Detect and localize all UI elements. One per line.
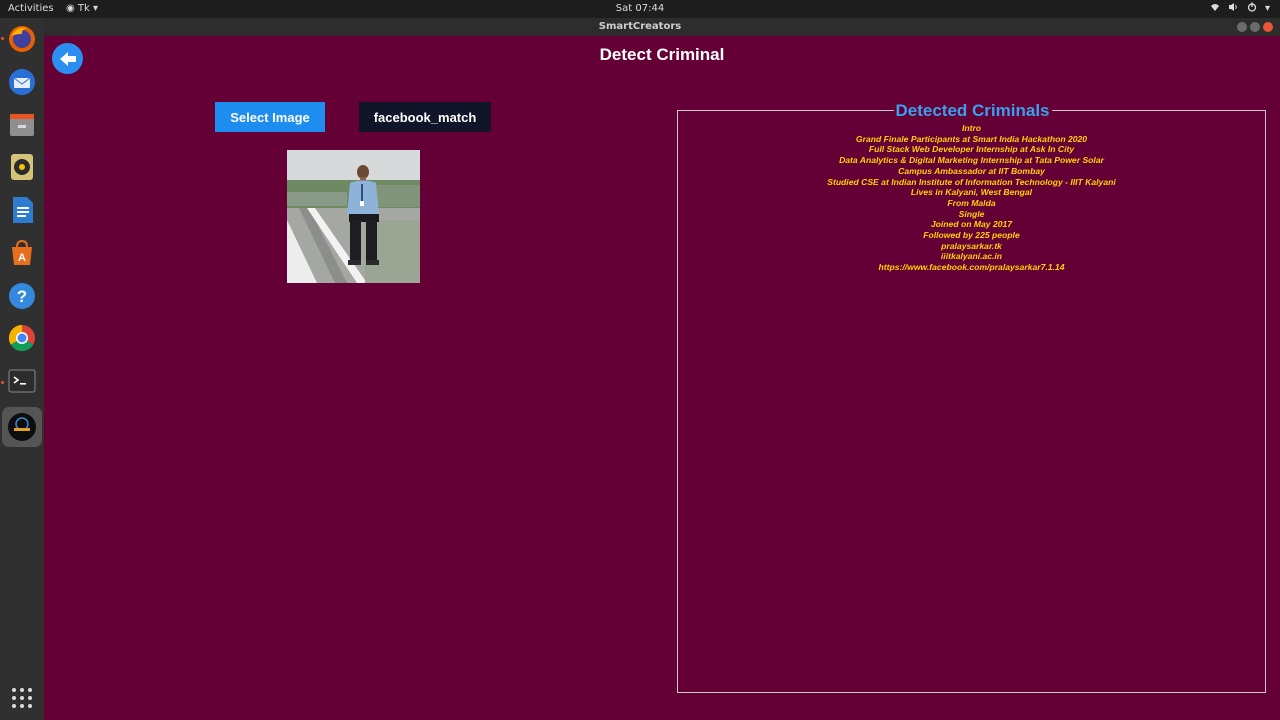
close-button[interactable] xyxy=(1263,22,1273,32)
info-line: Studied CSE at Indian Institute of Infor… xyxy=(827,176,1116,187)
volume-icon xyxy=(1228,2,1239,15)
minimize-button[interactable] xyxy=(1237,22,1247,32)
arrow-left-icon xyxy=(59,51,76,66)
maximize-button[interactable] xyxy=(1250,22,1260,32)
info-line: Intro xyxy=(961,123,982,133)
clock[interactable]: Sat 07:44 xyxy=(0,3,1280,14)
top-bar: Activities ◉ Tk ▾ Sat 07:44 ▾ xyxy=(0,0,1280,18)
smartcreators-icon[interactable] xyxy=(2,407,42,447)
info-line: Full Stack Web Developer Internship at A… xyxy=(868,144,1075,155)
criminal-info-list: Intro Grand Finale Participants at Smart… xyxy=(678,123,1265,273)
power-icon xyxy=(1247,2,1257,15)
info-line: Lives in Kalyani, West Bengal xyxy=(910,187,1033,198)
info-line: iiitkalyani.ac.in xyxy=(940,251,1003,262)
info-line: Campus Ambassador at IIT Bombay xyxy=(898,165,1045,176)
wifi-icon xyxy=(1210,2,1220,15)
window-title: SmartCreators xyxy=(598,21,682,32)
system-tray[interactable]: ▾ xyxy=(1210,2,1270,15)
window-title-bar[interactable]: SmartCreators xyxy=(0,18,1280,36)
chrome-icon[interactable] xyxy=(6,322,38,354)
back-button[interactable] xyxy=(52,43,83,74)
info-line: Grand Finale Participants at Smart India… xyxy=(855,133,1088,144)
page-title: Detect Criminal xyxy=(599,45,725,64)
running-indicator xyxy=(1,37,4,40)
info-line: pralaysarkar.tk xyxy=(941,240,1002,251)
info-line: https://www.facebook.com/pralaysarkar7.1… xyxy=(878,262,1065,273)
info-line: Followed by 225 people xyxy=(923,230,1020,241)
running-indicator xyxy=(1,381,4,384)
rhythmbox-icon[interactable] xyxy=(6,151,38,183)
panel-title: Detected Criminals xyxy=(893,101,1052,120)
files-icon[interactable] xyxy=(6,109,38,141)
terminal-icon[interactable] xyxy=(6,365,38,397)
selected-image xyxy=(287,150,420,283)
dock: A ? xyxy=(0,18,44,720)
info-line: Single xyxy=(958,208,985,219)
chevron-down-icon: ▾ xyxy=(1264,3,1270,14)
software-icon[interactable]: A xyxy=(6,237,38,269)
help-icon[interactable]: ? xyxy=(6,280,38,312)
firefox-icon[interactable] xyxy=(6,23,38,55)
app-grid-icon[interactable] xyxy=(6,682,38,714)
thunderbird-icon[interactable] xyxy=(6,66,38,98)
info-line: Data Analytics & Digital Marketing Inter… xyxy=(839,155,1104,166)
facebook-match-button[interactable]: facebook_match xyxy=(359,102,491,132)
detected-criminals-panel: Detected Criminals Intro Grand Finale Pa… xyxy=(677,101,1266,693)
svg-text:?: ? xyxy=(17,287,27,306)
writer-icon[interactable] xyxy=(6,194,38,226)
info-line: Joined on May 2017 xyxy=(930,219,1013,230)
info-line: From Malda xyxy=(947,197,996,208)
select-image-button[interactable]: Select Image xyxy=(215,102,325,132)
svg-text:A: A xyxy=(18,252,26,264)
